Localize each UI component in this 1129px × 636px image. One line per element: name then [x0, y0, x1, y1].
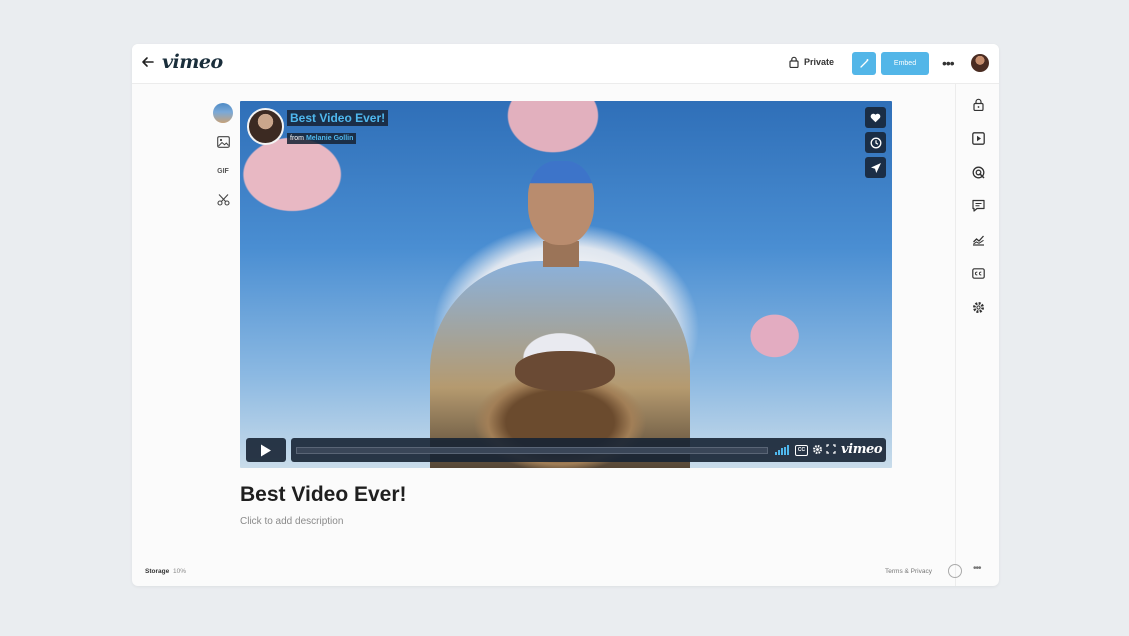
image-icon	[216, 136, 230, 148]
share-button[interactable]: Embed	[881, 52, 929, 75]
comments-panel-button[interactable]	[970, 197, 986, 213]
user-avatar[interactable]	[971, 54, 989, 72]
author-name[interactable]: Melanie Gollin	[306, 135, 353, 142]
interactions-panel-button[interactable]	[970, 164, 986, 180]
right-sidebar	[955, 83, 999, 586]
settings-icon	[972, 301, 984, 313]
video-thumbnail	[213, 103, 233, 123]
app-window: vimeo Private Embed ••• GIF Best Video E…	[132, 44, 999, 586]
watch-later-button[interactable]	[865, 132, 886, 153]
lock-icon	[789, 56, 799, 68]
analytics-panel-button[interactable]	[970, 231, 986, 247]
settings-panel-button[interactable]	[970, 299, 986, 315]
heart-icon	[870, 113, 881, 122]
scissors-icon	[216, 193, 230, 206]
paper-plane-icon	[870, 162, 881, 173]
more-options-button[interactable]: •••	[942, 55, 955, 71]
video-header[interactable]: Best Video Ever! from Melanie Gollin	[247, 108, 389, 145]
clock-icon	[870, 137, 881, 148]
from-label: from	[290, 135, 304, 142]
privacy-label: Private	[804, 57, 835, 67]
player-vimeo-logo[interactable]: vimeo	[841, 442, 883, 457]
target-icon	[972, 166, 985, 179]
like-button[interactable]	[865, 107, 886, 128]
privacy-panel-button[interactable]	[970, 96, 986, 112]
analytics-icon	[972, 235, 984, 246]
settings-gear-icon[interactable]	[812, 444, 823, 455]
captions-icon	[971, 267, 985, 279]
terms-privacy-link[interactable]: Terms & Privacy	[885, 568, 932, 575]
vimeo-logo[interactable]: vimeo	[162, 51, 223, 73]
share-video-button[interactable]	[865, 157, 886, 178]
volume-control[interactable]	[775, 445, 791, 455]
comment-icon	[971, 199, 985, 212]
help-button[interactable]	[948, 564, 962, 578]
storage-indicator[interactable]: Storage 10%	[145, 568, 186, 575]
play-button[interactable]	[246, 438, 286, 462]
captions-button[interactable]: CC	[795, 445, 808, 456]
progress-bar[interactable]	[296, 447, 768, 454]
fullscreen-icon[interactable]	[826, 444, 836, 454]
player-side-actions	[865, 107, 886, 182]
gif-label: GIF	[217, 167, 229, 175]
lock-icon	[972, 98, 984, 111]
author-avatar[interactable]	[247, 108, 284, 145]
enhance-button[interactable]	[852, 52, 876, 75]
author-line: from Melanie Gollin	[287, 133, 357, 144]
magic-wand-icon	[859, 59, 868, 68]
play-square-icon	[971, 131, 985, 145]
control-bar: CC vimeo	[291, 438, 886, 462]
description-field[interactable]: Click to add description	[240, 516, 343, 527]
captions-panel-button[interactable]	[970, 265, 986, 281]
player-controls: CC vimeo	[246, 438, 886, 462]
storage-label: Storage	[145, 568, 170, 575]
play-icon	[261, 444, 271, 456]
privacy-toggle[interactable]: Private	[789, 56, 834, 68]
footer-more-button[interactable]: •••	[973, 563, 981, 574]
gif-button[interactable]: GIF	[212, 160, 234, 182]
storage-value: 10%	[173, 568, 187, 575]
thumbnail-button[interactable]	[212, 102, 234, 124]
video-player[interactable]: Best Video Ever! from Melanie Gollin CC …	[240, 101, 892, 468]
player-panel-button[interactable]	[970, 130, 986, 146]
image-button[interactable]	[212, 131, 234, 153]
video-frame-figure	[410, 161, 710, 468]
back-arrow-icon[interactable]	[141, 55, 155, 69]
player-video-title[interactable]: Best Video Ever!	[287, 110, 389, 126]
top-bar: vimeo Private Embed •••	[132, 44, 999, 84]
video-title[interactable]: Best Video Ever!	[240, 483, 407, 507]
trim-button[interactable]	[212, 188, 234, 210]
